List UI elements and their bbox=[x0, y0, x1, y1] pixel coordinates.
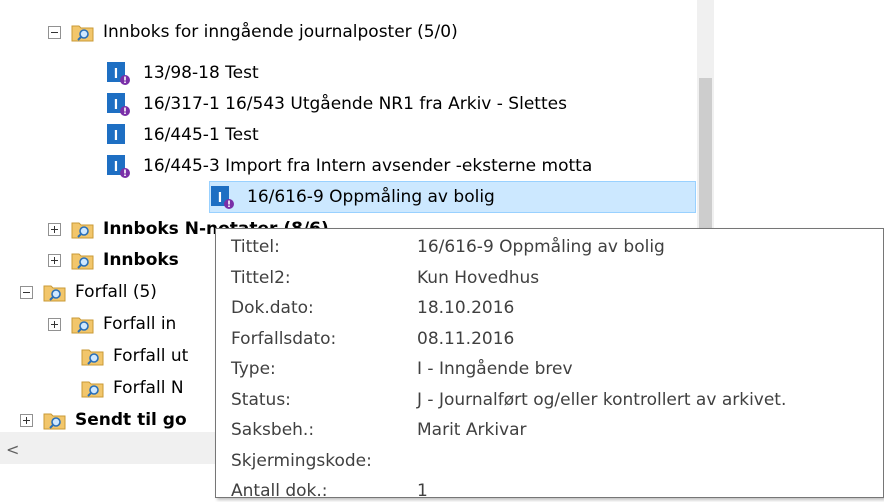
folder-search-icon bbox=[43, 409, 67, 431]
incoming-document-icon: I bbox=[106, 123, 130, 147]
tooltip-field-label: Dok.dato: bbox=[231, 298, 314, 318]
tree-item[interactable]: Forfall in bbox=[48, 308, 176, 340]
tree-item[interactable]: I 16/616-9 Oppmåling av bolig bbox=[209, 181, 696, 213]
tooltip-field-label: Saksbeh.: bbox=[231, 420, 315, 440]
folder-search-icon bbox=[71, 21, 95, 43]
tree-item-label: Forfall in bbox=[103, 314, 177, 334]
incoming-document-flagged-icon: I bbox=[106, 61, 130, 85]
svg-text:I: I bbox=[218, 189, 222, 206]
tree-item[interactable]: I 13/98-18 Test bbox=[106, 57, 259, 89]
folder-search-icon bbox=[71, 249, 95, 271]
tooltip-field-value: 08.11.2016 bbox=[417, 328, 515, 349]
tree-item[interactable]: I 16/445-1 Test bbox=[106, 119, 259, 151]
tooltip-field-value: Kun Hovedhus bbox=[417, 267, 540, 288]
tree-item[interactable]: I 16/317-1 16/543 Utgående NR1 fra Arkiv … bbox=[106, 88, 567, 120]
incoming-document-flagged-icon: I bbox=[106, 154, 130, 178]
tree-item[interactable]: Innboks for inngående journalposter (5/0… bbox=[48, 16, 458, 48]
tree-item-label: 16/445-1 Test bbox=[143, 125, 259, 145]
tooltip-field-label: Tittel: bbox=[231, 237, 280, 257]
expand-icon[interactable] bbox=[20, 413, 33, 427]
scroll-left-button[interactable]: < bbox=[6, 440, 19, 459]
tree-item-label: Forfall ut bbox=[113, 346, 189, 366]
svg-text:I: I bbox=[114, 127, 118, 144]
expand-icon[interactable] bbox=[48, 222, 61, 236]
tree-item[interactable]: Forfall (5) bbox=[20, 276, 157, 308]
folder-search-icon bbox=[71, 313, 95, 335]
tooltip-field-value: 18.10.2016 bbox=[417, 298, 515, 318]
document-tooltip: Tittel: 16/616-9 Oppmåling av bolig Tittel… bbox=[215, 228, 884, 501]
collapse-icon[interactable] bbox=[48, 25, 61, 39]
tree-item-label: Forfall N bbox=[113, 378, 184, 398]
tooltip-field-label: Antall dok.: bbox=[231, 481, 328, 501]
tree-item-label: 13/98-18 Test bbox=[143, 63, 259, 83]
tooltip-field-label: Status: bbox=[231, 389, 291, 410]
tree-item[interactable]: Forfall N bbox=[81, 372, 184, 404]
tooltip-field-label: Type: bbox=[231, 359, 276, 379]
tree-item-label: Innboks bbox=[103, 250, 179, 270]
tooltip-field-label: Skjermingskode: bbox=[231, 450, 372, 471]
tooltip-field-label: Tittel2: bbox=[231, 267, 291, 288]
expand-icon[interactable] bbox=[48, 253, 61, 267]
folder-search-icon bbox=[71, 218, 95, 240]
tooltip-field-value: I - Inngående brev bbox=[417, 359, 573, 379]
tooltip-field-value: 16/616-9 Oppmåling av bolig bbox=[417, 237, 665, 257]
tooltip-field-value: J - Journalført og/eller kontrollert av … bbox=[417, 389, 787, 410]
tooltip-field-value: Marit Arkivar bbox=[417, 420, 527, 440]
tree-item-label: 16/445-3 Import fra Intern avsender -eks… bbox=[143, 156, 593, 176]
tooltip-field-value: 1 bbox=[417, 481, 428, 501]
folder-search-icon bbox=[43, 281, 67, 303]
tree-item[interactable]: Innboks bbox=[48, 244, 179, 276]
tree-item-label: Forfall (5) bbox=[75, 282, 157, 302]
tree-item[interactable]: Forfall ut bbox=[81, 340, 188, 372]
tree-item-label: 16/616-9 Oppmåling av bolig bbox=[247, 187, 495, 207]
tooltip-field-label: Forfallsdato: bbox=[231, 328, 337, 349]
collapse-icon[interactable] bbox=[20, 285, 33, 299]
expand-icon[interactable] bbox=[48, 317, 61, 331]
svg-text:I: I bbox=[114, 158, 118, 175]
svg-text:I: I bbox=[114, 65, 118, 82]
tree-item-label: 16/317-1 16/543 Utgående NR1 fra Arkiv -… bbox=[143, 94, 567, 114]
folder-search-icon bbox=[81, 377, 105, 399]
incoming-document-flagged-icon: I bbox=[106, 92, 130, 116]
tree-item[interactable]: I 16/445-3 Import fra Intern avsender -ek… bbox=[106, 150, 592, 182]
tree-item-label: Innboks for inngående journalposter (5/0… bbox=[103, 22, 458, 42]
folder-search-icon bbox=[81, 345, 105, 367]
incoming-document-flagged-icon: I bbox=[210, 185, 234, 209]
svg-text:I: I bbox=[114, 96, 118, 113]
